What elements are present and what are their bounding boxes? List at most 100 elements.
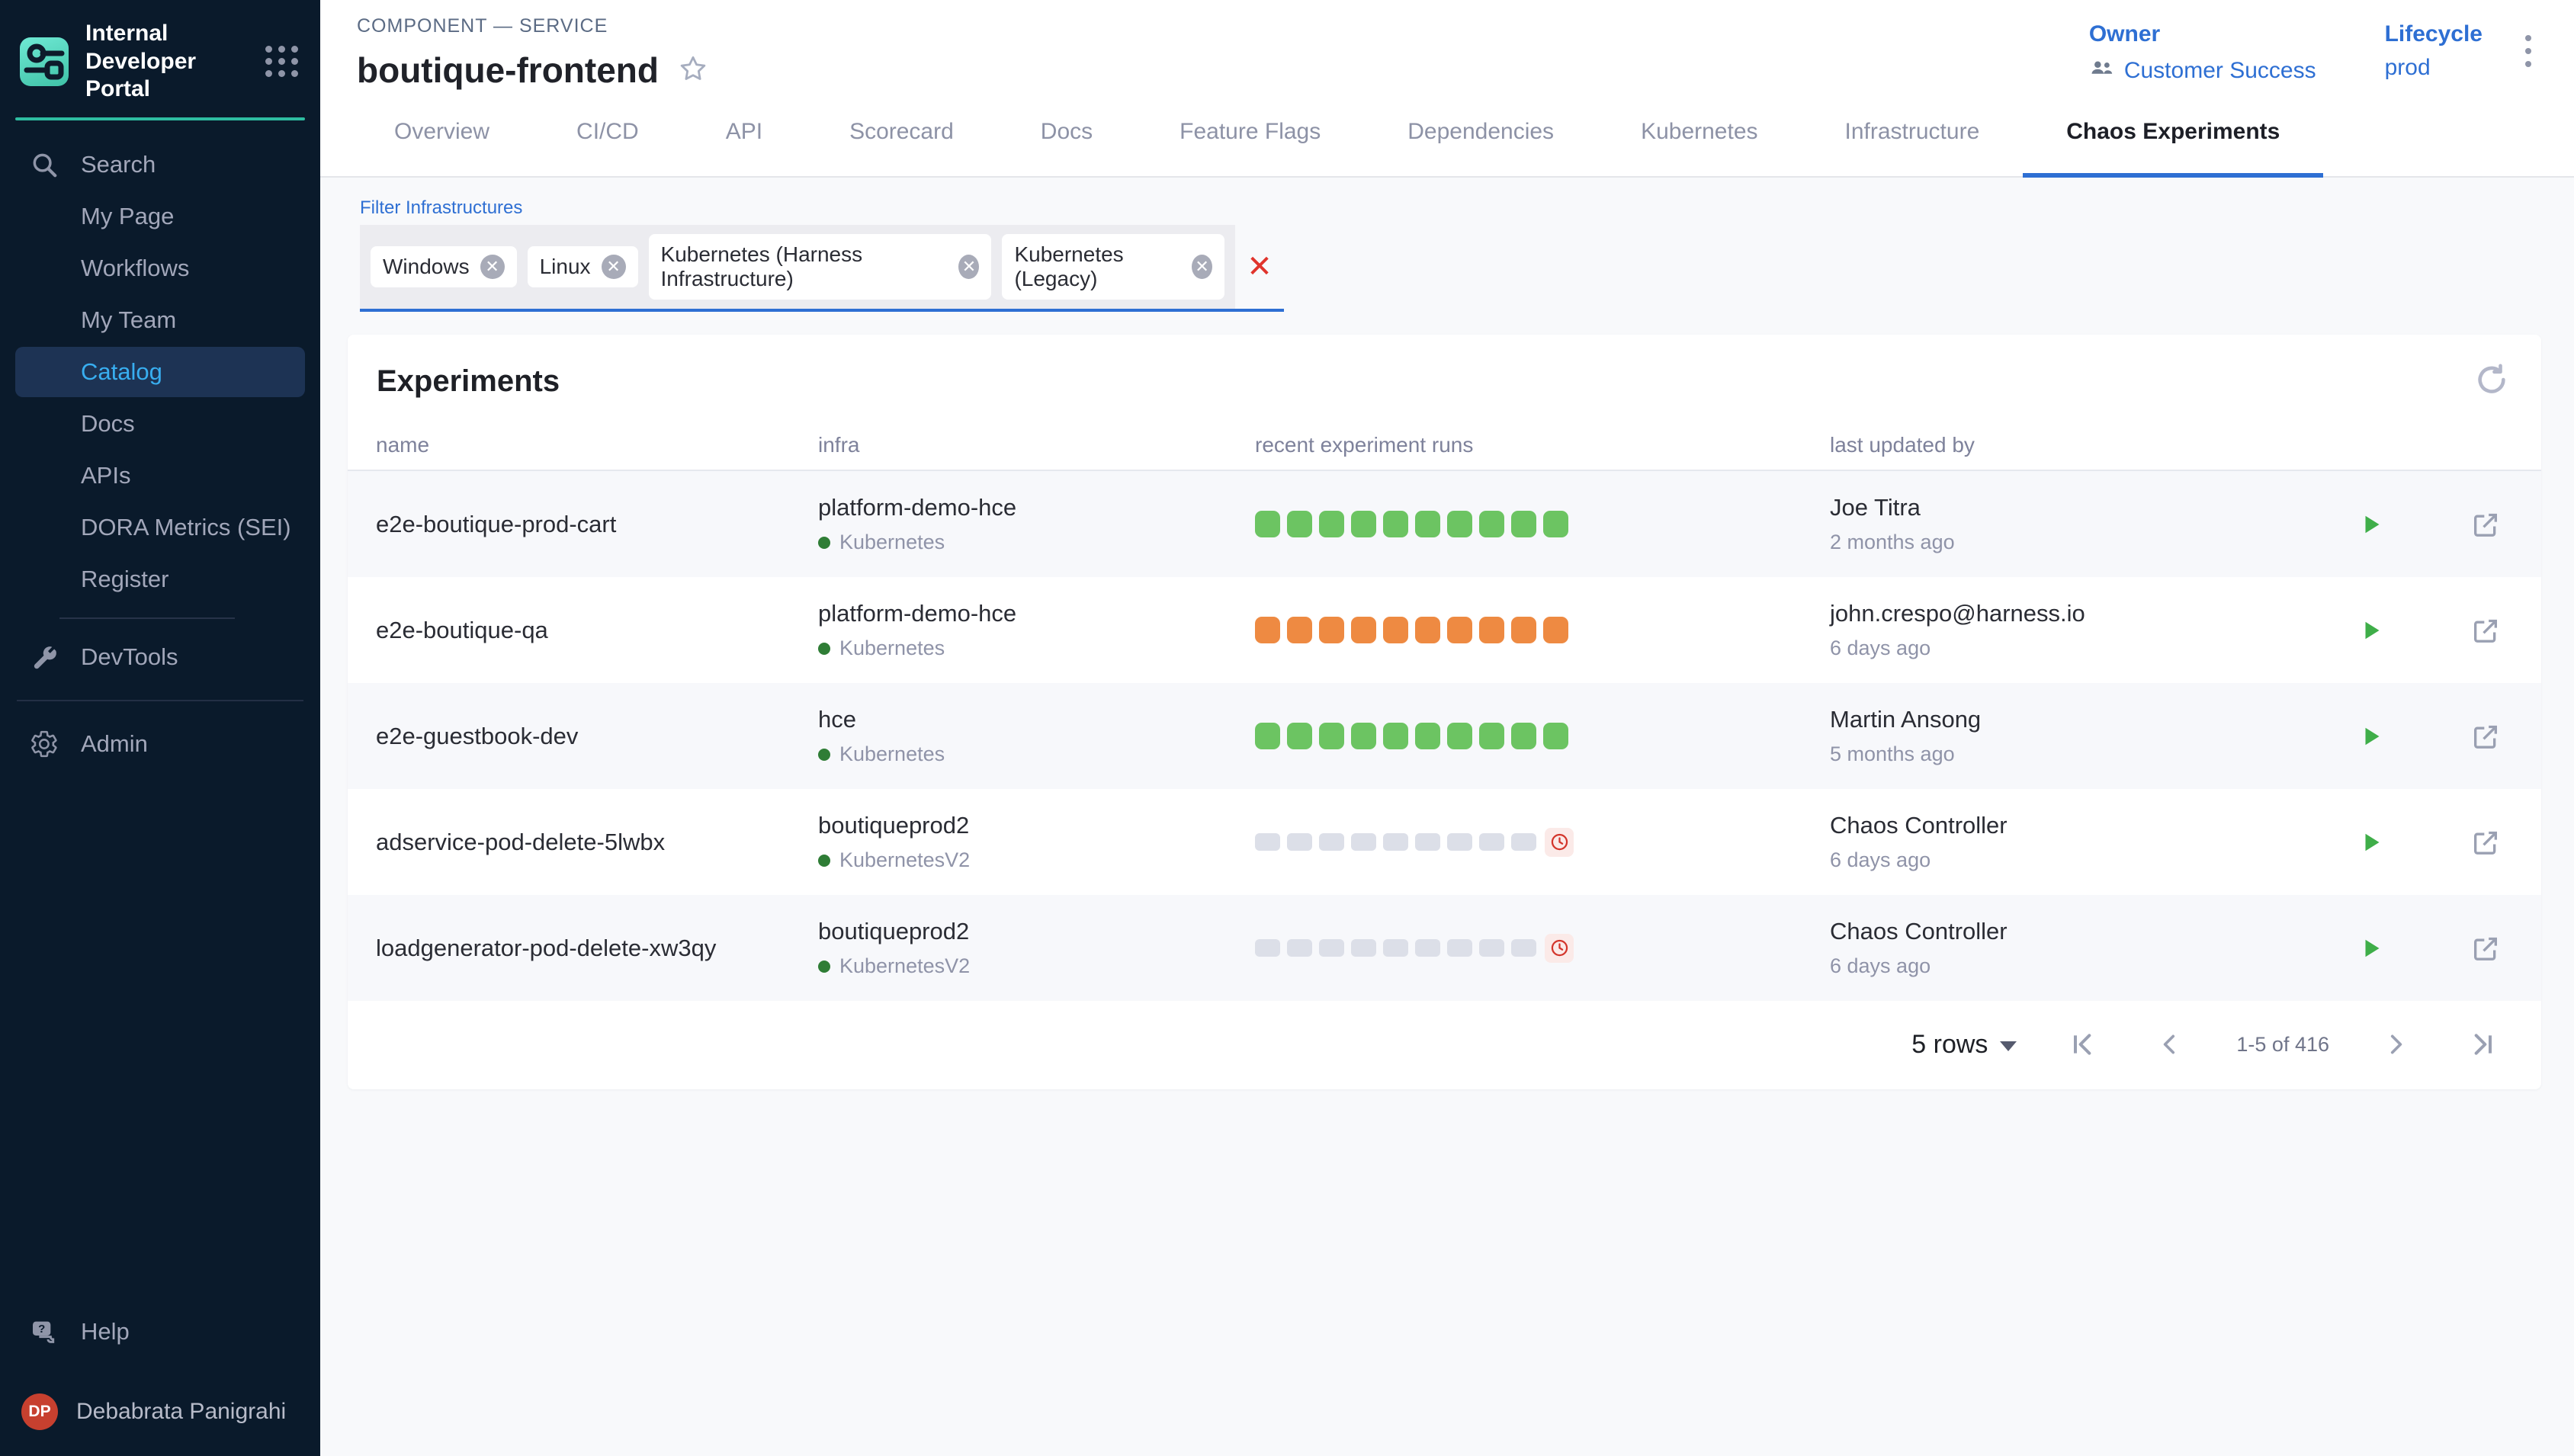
run-bar-queued[interactable]: [1511, 833, 1536, 851]
open-experiment-icon[interactable]: [2459, 604, 2512, 657]
run-bar-failed[interactable]: [1319, 617, 1344, 643]
pending-run-clock-icon[interactable]: [1545, 828, 1574, 857]
sidebar-item-help[interactable]: ? Help: [15, 1307, 305, 1357]
run-bar-failed[interactable]: [1383, 617, 1408, 643]
run-bar-passed[interactable]: [1447, 723, 1472, 749]
next-page-button[interactable]: [2375, 1024, 2416, 1065]
sidebar-item-apis[interactable]: APIs: [15, 451, 305, 501]
filter-chip-linux[interactable]: Linux ✕: [528, 246, 638, 287]
run-bar-passed[interactable]: [1415, 511, 1440, 537]
experiment-row[interactable]: loadgenerator-pod-delete-xw3qy boutiquep…: [348, 895, 2541, 1001]
run-bar-failed[interactable]: [1479, 617, 1504, 643]
chip-remove-icon[interactable]: ✕: [958, 255, 979, 279]
open-experiment-icon[interactable]: [2459, 710, 2512, 763]
harness-idp-logo-icon[interactable]: [20, 37, 69, 86]
run-bar-queued[interactable]: [1479, 939, 1504, 957]
run-bar-queued[interactable]: [1255, 939, 1280, 957]
run-bar-queued[interactable]: [1287, 939, 1312, 957]
run-bar-queued[interactable]: [1447, 939, 1472, 957]
run-bar-queued[interactable]: [1447, 833, 1472, 851]
run-bar-queued[interactable]: [1319, 939, 1344, 957]
run-bar-passed[interactable]: [1287, 723, 1312, 749]
infrastructure-filter-input[interactable]: Windows ✕ Linux ✕ Kubernetes (Harness In…: [360, 225, 1235, 309]
run-bar-passed[interactable]: [1255, 511, 1280, 537]
sidebar-item-devtools[interactable]: DevTools: [15, 632, 305, 682]
tab-kubernetes[interactable]: Kubernetes: [1597, 91, 1801, 178]
sidebar-item-register[interactable]: Register: [15, 554, 305, 605]
run-bar-queued[interactable]: [1383, 939, 1408, 957]
tab-scorecard[interactable]: Scorecard: [806, 91, 997, 178]
run-bar-queued[interactable]: [1479, 833, 1504, 851]
run-experiment-button[interactable]: [2345, 710, 2398, 763]
sidebar-item-docs[interactable]: Docs: [15, 399, 305, 449]
run-experiment-button[interactable]: [2345, 922, 2398, 975]
run-bar-passed[interactable]: [1319, 723, 1344, 749]
run-experiment-button[interactable]: [2345, 604, 2398, 657]
experiment-row[interactable]: e2e-guestbook-dev hce Kubernetes Martin …: [348, 683, 2541, 789]
run-bar-queued[interactable]: [1287, 833, 1312, 851]
sidebar-item-dora-metrics[interactable]: DORA Metrics (SEI): [15, 502, 305, 553]
run-bar-passed[interactable]: [1383, 511, 1408, 537]
run-bar-passed[interactable]: [1447, 511, 1472, 537]
run-bar-passed[interactable]: [1543, 511, 1568, 537]
run-bar-failed[interactable]: [1415, 617, 1440, 643]
sidebar-item-workflows[interactable]: Workflows: [15, 243, 305, 293]
run-bar-queued[interactable]: [1415, 833, 1440, 851]
pending-run-clock-icon[interactable]: [1545, 934, 1574, 963]
owner-link[interactable]: Customer Success: [2124, 58, 2316, 84]
run-bar-queued[interactable]: [1319, 833, 1344, 851]
run-bar-queued[interactable]: [1255, 833, 1280, 851]
run-experiment-button[interactable]: [2345, 498, 2398, 551]
favorite-star-icon[interactable]: [677, 53, 709, 88]
run-bar-passed[interactable]: [1383, 723, 1408, 749]
run-bar-queued[interactable]: [1415, 939, 1440, 957]
tab-overview[interactable]: Overview: [351, 91, 533, 178]
last-page-button[interactable]: [2462, 1024, 2503, 1065]
run-bar-passed[interactable]: [1319, 511, 1344, 537]
tab-api[interactable]: API: [682, 91, 806, 178]
run-bar-queued[interactable]: [1351, 833, 1376, 851]
run-experiment-button[interactable]: [2345, 816, 2398, 869]
experiment-row[interactable]: e2e-boutique-qa platform-demo-hce Kubern…: [348, 577, 2541, 683]
chip-remove-icon[interactable]: ✕: [602, 255, 626, 279]
run-bar-passed[interactable]: [1351, 723, 1376, 749]
tab-docs[interactable]: Docs: [997, 91, 1136, 178]
chip-remove-icon[interactable]: ✕: [1192, 255, 1212, 279]
run-bar-passed[interactable]: [1287, 511, 1312, 537]
open-experiment-icon[interactable]: [2459, 816, 2512, 869]
prev-page-button[interactable]: [2149, 1024, 2190, 1065]
open-experiment-icon[interactable]: [2459, 922, 2512, 975]
run-bar-passed[interactable]: [1255, 723, 1280, 749]
chip-remove-icon[interactable]: ✕: [480, 255, 505, 279]
tab-chaos-experiments[interactable]: Chaos Experiments: [2023, 91, 2323, 178]
run-bar-passed[interactable]: [1543, 723, 1568, 749]
run-bar-failed[interactable]: [1287, 617, 1312, 643]
sidebar-item-catalog[interactable]: Catalog: [15, 347, 305, 397]
clear-all-filters-icon[interactable]: ✕: [1235, 249, 1284, 284]
tab-infrastructure[interactable]: Infrastructure: [1802, 91, 2024, 178]
tab-dependencies[interactable]: Dependencies: [1364, 91, 1597, 178]
tab-cicd[interactable]: CI/CD: [533, 91, 682, 178]
experiment-row[interactable]: e2e-boutique-prod-cart platform-demo-hce…: [348, 471, 2541, 577]
sidebar-item-search[interactable]: Search: [15, 140, 305, 190]
refresh-icon[interactable]: [2474, 362, 2509, 401]
run-bar-queued[interactable]: [1351, 939, 1376, 957]
rows-per-page-select[interactable]: 5 rows: [1911, 1030, 2017, 1060]
filter-chip-kubernetes-harness[interactable]: Kubernetes (Harness Infrastructure) ✕: [649, 234, 992, 300]
run-bar-passed[interactable]: [1415, 723, 1440, 749]
tab-feature-flags[interactable]: Feature Flags: [1136, 91, 1364, 178]
run-bar-failed[interactable]: [1543, 617, 1568, 643]
sidebar-item-my-team[interactable]: My Team: [15, 295, 305, 345]
run-bar-failed[interactable]: [1447, 617, 1472, 643]
run-bar-passed[interactable]: [1351, 511, 1376, 537]
filter-chip-kubernetes-legacy[interactable]: Kubernetes (Legacy) ✕: [1002, 234, 1224, 300]
run-bar-passed[interactable]: [1511, 511, 1536, 537]
run-bar-queued[interactable]: [1511, 939, 1536, 957]
run-bar-failed[interactable]: [1511, 617, 1536, 643]
run-bar-passed[interactable]: [1511, 723, 1536, 749]
kebab-menu-icon[interactable]: [2521, 30, 2536, 72]
apps-grid-icon[interactable]: [262, 43, 302, 80]
first-page-button[interactable]: [2062, 1024, 2104, 1065]
sidebar-item-admin[interactable]: Admin: [15, 719, 305, 769]
run-bar-passed[interactable]: [1479, 511, 1504, 537]
